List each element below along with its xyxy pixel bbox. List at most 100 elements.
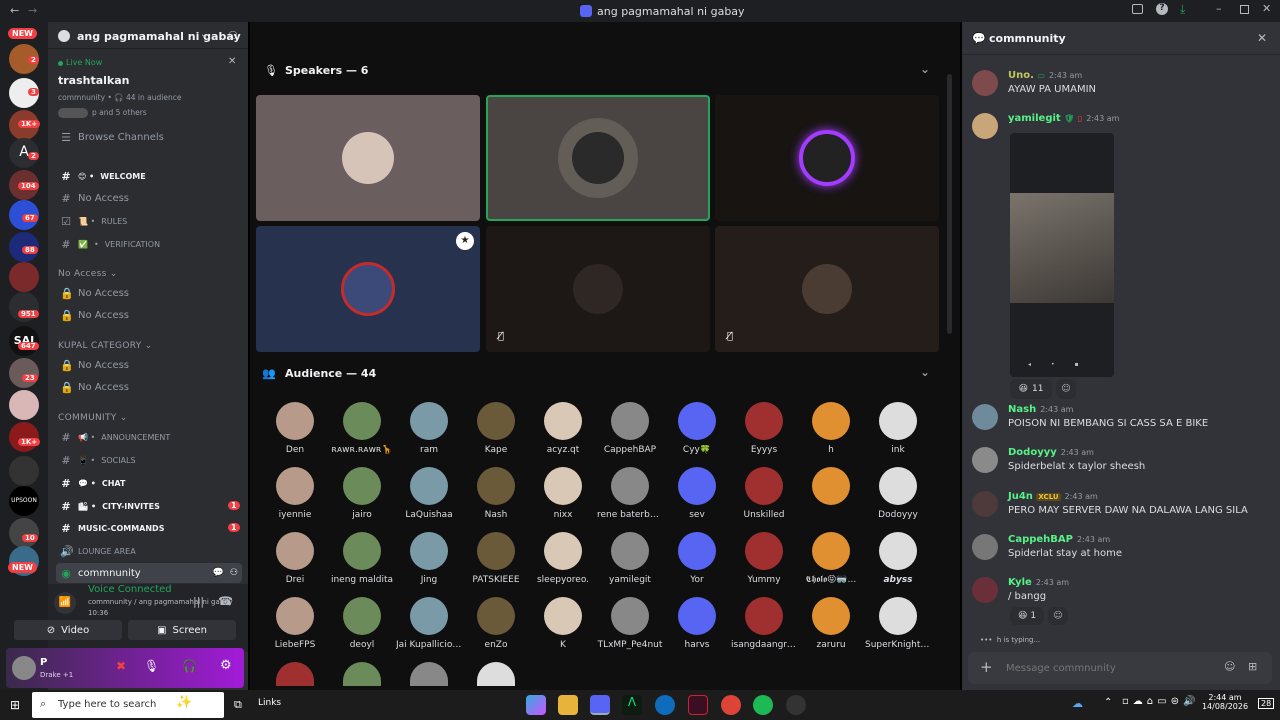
- edge-icon[interactable]: [655, 695, 675, 715]
- windows-start-icon[interactable]: ⊞: [10, 698, 20, 712]
- audience-member[interactable]: 𝙖𝙗𝙮𝙨𝙨: [865, 532, 931, 585]
- screen-share-button[interactable]: ▣ Screen: [128, 620, 236, 640]
- message-input[interactable]: [1006, 659, 1216, 677]
- reaction-button[interactable]: 😆 11: [1010, 379, 1052, 399]
- help-icon[interactable]: ?: [1156, 3, 1168, 15]
- audience-member[interactable]: enZo: [463, 597, 529, 650]
- speaker-tile[interactable]: 🎙̸: [715, 226, 939, 352]
- audience-member[interactable]: SuperKnighth...: [865, 597, 931, 650]
- emoji-picker-icon[interactable]: ☺: [1224, 660, 1235, 673]
- audience-member[interactable]: yamilegit: [597, 532, 663, 585]
- author-name[interactable]: Uno.: [1008, 70, 1034, 81]
- channel-socials[interactable]: # 📱 • SOCIALS: [56, 450, 242, 470]
- chevron-up-icon[interactable]: ⌃: [1104, 697, 1112, 708]
- server-icon-10[interactable]: SAI: [9, 326, 39, 356]
- noise-suppression-icon[interactable]: |||: [193, 595, 204, 608]
- minimize-icon[interactable]: –: [1216, 2, 1222, 15]
- chrome-icon[interactable]: [721, 695, 741, 715]
- channel-locked-2[interactable]: 🔒 No Access: [56, 305, 242, 325]
- audience-member[interactable]: sev: [664, 467, 730, 520]
- audience-member[interactable]: Jing: [396, 532, 462, 585]
- clock[interactable]: 2:44 am 14/08/2026: [1200, 693, 1250, 711]
- tray-icons[interactable]: ▫☁⌂▭⊜🔊: [1122, 696, 1199, 707]
- audience-member[interactable]: deoyl: [329, 597, 395, 650]
- nvidia-icon[interactable]: Λ: [622, 695, 642, 715]
- channel-verification[interactable]: # ✅ • VERIFICATION: [56, 234, 242, 254]
- close-icon[interactable]: ✕: [228, 56, 236, 67]
- audience-member[interactable]: Cyy🍀: [664, 402, 730, 455]
- avatar[interactable]: [972, 534, 998, 560]
- audience-member[interactable]: Dodoyyy: [865, 467, 931, 520]
- chevron-down-icon[interactable]: ⌄: [920, 62, 930, 76]
- app-icon[interactable]: [688, 695, 708, 715]
- category-community[interactable]: COMMUNITY ⌄: [58, 413, 128, 423]
- camera-off-icon[interactable]: ✖: [116, 659, 126, 673]
- channel-locked-3[interactable]: 🔒 No Access: [56, 355, 242, 375]
- author-name[interactable]: Kyle: [1008, 577, 1032, 588]
- scrollbar[interactable]: [947, 74, 952, 334]
- channel-welcome[interactable]: # 😊 • WELCOME: [56, 166, 242, 186]
- audience-member[interactable]: Den: [262, 402, 328, 455]
- server-icon-11[interactable]: [9, 358, 39, 388]
- copilot-icon[interactable]: [526, 695, 546, 715]
- channel-locked-1[interactable]: 🔒 No Access: [56, 283, 242, 303]
- category-kupal[interactable]: KUPAL CATEGORY ⌄: [58, 341, 153, 351]
- avatar[interactable]: [276, 662, 314, 686]
- speaker-tile[interactable]: [256, 95, 480, 221]
- channel-chat[interactable]: # 💬 • CHAT: [56, 473, 242, 493]
- task-view-icon[interactable]: ⧉: [234, 698, 242, 712]
- file-explorer-icon[interactable]: [558, 695, 578, 715]
- audience-member[interactable]: harvs: [664, 597, 730, 650]
- add-reaction-icon[interactable]: ☺: [1056, 379, 1076, 399]
- channel-no-access[interactable]: # No Access: [56, 188, 242, 208]
- server-icon-16[interactable]: [9, 518, 39, 548]
- server-icon-12[interactable]: [9, 390, 39, 420]
- speaker-tile[interactable]: 🎙̸: [486, 226, 710, 352]
- chevron-down-icon[interactable]: ⌄: [200, 29, 208, 40]
- audience-member[interactable]: sleepyoreo.: [530, 532, 596, 585]
- reaction-button[interactable]: 😆 1: [1010, 607, 1044, 625]
- headphones-icon[interactable]: 🎧: [182, 659, 197, 673]
- avatar[interactable]: [477, 662, 515, 686]
- browse-channels[interactable]: ☰ Browse Channels: [56, 127, 242, 147]
- audience-member[interactable]: ink: [865, 402, 931, 455]
- audience-member[interactable]: isangdaangro...: [731, 597, 797, 650]
- avatar[interactable]: [410, 662, 448, 686]
- avatar[interactable]: [972, 491, 998, 517]
- download-icon[interactable]: ⤓: [1180, 2, 1185, 17]
- avatar[interactable]: [972, 113, 998, 139]
- spotify-icon[interactable]: [753, 695, 773, 715]
- inbox-icon[interactable]: [1132, 4, 1143, 14]
- apps-icon[interactable]: ⊞: [1248, 660, 1257, 673]
- category-no-access[interactable]: No Access ⌄: [58, 269, 118, 279]
- server-icon-14[interactable]: [9, 456, 39, 486]
- avatar[interactable]: [972, 577, 998, 603]
- avatar[interactable]: [343, 662, 381, 686]
- signal-icon[interactable]: 📶: [54, 592, 76, 614]
- audience-member[interactable]: Kape: [463, 402, 529, 455]
- avatar[interactable]: [972, 404, 998, 430]
- add-member-icon[interactable]: ⚇: [230, 568, 238, 578]
- cloud-icon[interactable]: ☁: [1072, 697, 1083, 710]
- speaker-tile[interactable]: ★: [256, 226, 480, 352]
- audience-member[interactable]: zaruru: [798, 597, 864, 650]
- audience-member[interactable]: PATSKIEEE: [463, 532, 529, 585]
- add-member-icon[interactable]: ⚇: [228, 29, 238, 42]
- chat-bubble-icon[interactable]: 💬: [213, 568, 224, 578]
- audience-member[interactable]: Drei: [262, 532, 328, 585]
- back-arrow-icon[interactable]: ←: [10, 4, 19, 17]
- audience-member[interactable]: Nash: [463, 467, 529, 520]
- audience-member[interactable]: ram: [396, 402, 462, 455]
- avatar[interactable]: [972, 447, 998, 473]
- links-toolbar[interactable]: Links: [258, 698, 281, 708]
- channel-announcement[interactable]: # 📢 • ANNOUNCEMENT: [56, 427, 242, 447]
- discord-icon[interactable]: [590, 695, 610, 715]
- maximize-icon[interactable]: [1240, 5, 1249, 14]
- audience-member[interactable]: Yummy: [731, 532, 797, 585]
- microphone-icon[interactable]: 🎙: [144, 659, 159, 673]
- image-attachment[interactable]: ◂•▪: [1010, 133, 1114, 377]
- channel-locked-4[interactable]: 🔒 No Access: [56, 377, 242, 397]
- audience-member[interactable]: TLxMP_Pe4nut: [597, 597, 663, 650]
- author-name[interactable]: CappehBAP: [1008, 534, 1073, 545]
- channel-commnunity-stage[interactable]: ◉ commnunity 💬 ⚇: [56, 563, 242, 583]
